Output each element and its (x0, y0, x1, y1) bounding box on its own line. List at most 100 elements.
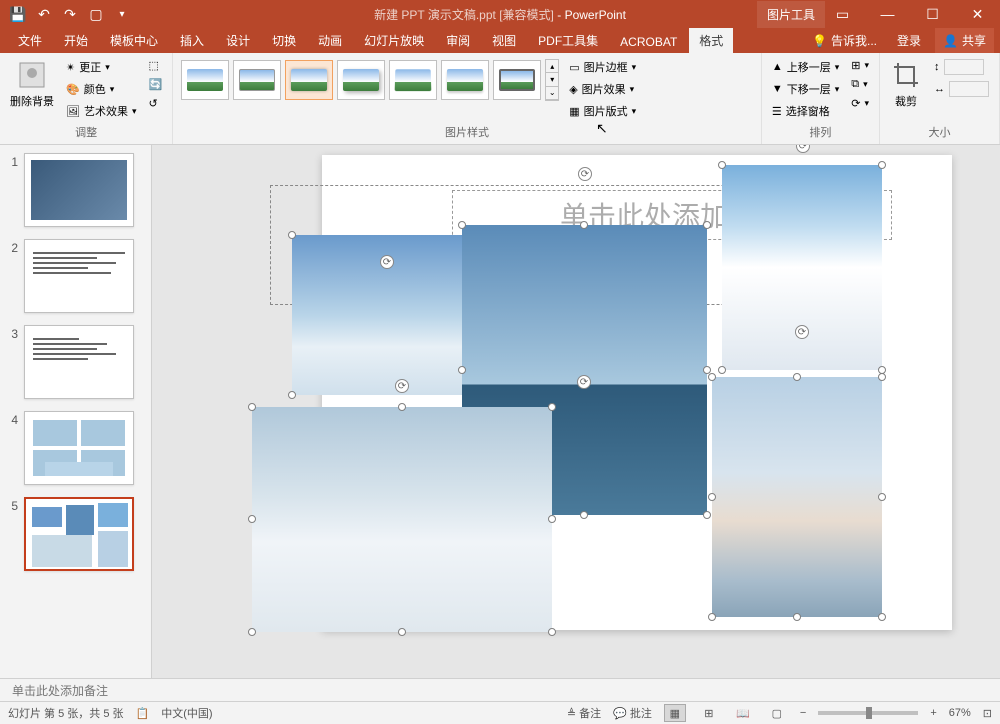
align-button[interactable]: ⊞▾ (847, 57, 873, 74)
bring-forward-button[interactable]: ▲上移一层▾ (768, 57, 843, 77)
tab-home[interactable]: 开始 (54, 28, 98, 53)
tab-file[interactable]: 文件 (8, 28, 52, 53)
style-item-2[interactable] (233, 60, 281, 100)
gallery-scroll-down[interactable]: ▾ (546, 73, 558, 86)
gallery-scroll-up[interactable]: ▴ (546, 60, 558, 73)
reset-picture-button[interactable]: ↺ (145, 95, 167, 112)
comments-toggle[interactable]: 💬 批注 (613, 705, 652, 721)
close-icon[interactable]: ✕ (955, 0, 1000, 28)
send-backward-button[interactable]: ▼下移一层▾ (768, 79, 843, 99)
tab-pdf[interactable]: PDF工具集 (528, 28, 608, 53)
notes-toggle[interactable]: ≜ 备注 (567, 705, 601, 721)
selection-handle[interactable] (718, 366, 726, 374)
selection-handle[interactable] (248, 403, 256, 411)
selection-handle[interactable] (548, 403, 556, 411)
image-sky-3[interactable]: ⟳ (722, 165, 882, 370)
save-icon[interactable]: 💾 (8, 4, 28, 24)
selection-handle[interactable] (288, 391, 296, 399)
picture-border-button[interactable]: ▭图片边框▾ (565, 57, 640, 77)
normal-view-button[interactable]: ▦ (664, 704, 686, 722)
selection-handle[interactable] (458, 366, 466, 374)
compress-pictures-button[interactable]: ⬚ (145, 57, 167, 74)
image-sky-5[interactable]: ⟳ (252, 407, 552, 632)
selection-handle[interactable] (793, 373, 801, 381)
rotate-handle-icon[interactable]: ⟳ (577, 375, 591, 389)
image-sky-1[interactable]: ⟳ (292, 235, 482, 395)
selection-handle[interactable] (398, 403, 406, 411)
rotate-button[interactable]: ⟳▾ (847, 95, 873, 112)
selection-handle[interactable] (458, 221, 466, 229)
image-sky-4[interactable] (712, 377, 882, 617)
spell-check-icon[interactable]: 📋 (136, 707, 150, 720)
tab-view[interactable]: 视图 (482, 28, 526, 53)
zoom-slider-thumb[interactable] (866, 707, 872, 719)
selection-handle[interactable] (878, 373, 886, 381)
fit-to-window-button[interactable]: ⊡ (983, 707, 992, 720)
tab-insert[interactable]: 插入 (170, 28, 214, 53)
undo-icon[interactable]: ↶ (34, 4, 54, 24)
slideshow-view-button[interactable]: ▢ (766, 704, 788, 722)
width-input[interactable]: ↔ (930, 79, 993, 99)
selection-handle[interactable] (703, 511, 711, 519)
tell-me-search[interactable]: 💡告诉我... (806, 28, 883, 53)
rotate-handle-icon[interactable]: ⟳ (578, 167, 592, 181)
tab-slideshow[interactable]: 幻灯片放映 (354, 28, 434, 53)
tab-acrobat[interactable]: ACROBAT (610, 31, 687, 53)
tab-review[interactable]: 审阅 (436, 28, 480, 53)
rotate-handle-icon[interactable]: ⟳ (795, 325, 809, 339)
style-item-3[interactable] (285, 60, 333, 100)
selection-handle[interactable] (248, 515, 256, 523)
selection-handle[interactable] (580, 511, 588, 519)
share-button[interactable]: 👤共享 (935, 28, 994, 53)
sorter-view-button[interactable]: ⊞ (698, 704, 720, 722)
zoom-out-button[interactable]: − (800, 707, 806, 719)
slide-thumbnail-1[interactable] (24, 153, 134, 227)
selection-handle[interactable] (793, 613, 801, 621)
selection-handle[interactable] (708, 613, 716, 621)
notes-pane[interactable]: 单击此处添加备注 (0, 678, 1000, 701)
rotate-handle-icon[interactable]: ⟳ (796, 145, 810, 153)
rotate-handle-icon[interactable]: ⟳ (380, 255, 394, 269)
slide-thumbnail-3[interactable] (24, 325, 134, 399)
gallery-more[interactable]: ⌄ (546, 87, 558, 100)
slide-thumbnail-2[interactable] (24, 239, 134, 313)
tab-design[interactable]: 设计 (216, 28, 260, 53)
maximize-icon[interactable]: ☐ (910, 0, 955, 28)
selection-handle[interactable] (398, 628, 406, 636)
remove-background-button[interactable]: 删除背景 (6, 57, 58, 111)
tab-animation[interactable]: 动画 (308, 28, 352, 53)
redo-icon[interactable]: ↷ (60, 4, 80, 24)
zoom-in-button[interactable]: + (930, 707, 936, 719)
style-item-5[interactable] (389, 60, 437, 100)
corrections-button[interactable]: ✴更正▾ (62, 57, 141, 77)
selection-handle[interactable] (580, 221, 588, 229)
selection-handle[interactable] (248, 628, 256, 636)
rotate-handle-icon[interactable]: ⟳ (395, 379, 409, 393)
picture-effects-button[interactable]: ◈图片效果▾ (565, 79, 640, 99)
selection-handle[interactable] (548, 628, 556, 636)
slide-thumbnail-5[interactable] (24, 497, 134, 571)
picture-layout-button[interactable]: ▦图片版式▾ ↖ (565, 101, 640, 121)
selection-handle[interactable] (288, 231, 296, 239)
selection-pane-button[interactable]: ☰选择窗格 (768, 101, 843, 121)
sign-in-button[interactable]: 登录 (891, 28, 927, 53)
reading-view-button[interactable]: 📖 (732, 704, 754, 722)
style-item-1[interactable] (181, 60, 229, 100)
selection-handle[interactable] (718, 161, 726, 169)
language-indicator[interactable]: 中文(中国) (161, 705, 212, 721)
style-item-4[interactable] (337, 60, 385, 100)
zoom-slider[interactable] (818, 711, 918, 715)
style-item-7[interactable] (493, 60, 541, 100)
height-input[interactable]: ↕ (930, 57, 993, 77)
ribbon-options-icon[interactable]: ▭ (820, 0, 865, 28)
start-from-beginning-icon[interactable]: ▢ (86, 4, 106, 24)
selection-handle[interactable] (878, 613, 886, 621)
slide-canvas[interactable]: 单击此处添加标题 ⟳ ⟳ ⟳ ⟳ (152, 145, 1000, 678)
selection-handle[interactable] (878, 493, 886, 501)
selection-handle[interactable] (703, 221, 711, 229)
qat-dropdown-icon[interactable]: ▾ (112, 4, 132, 24)
group-button[interactable]: ⧉▾ (847, 76, 873, 93)
change-picture-button[interactable]: 🔄 (145, 76, 167, 93)
selection-handle[interactable] (878, 161, 886, 169)
selection-handle[interactable] (708, 373, 716, 381)
